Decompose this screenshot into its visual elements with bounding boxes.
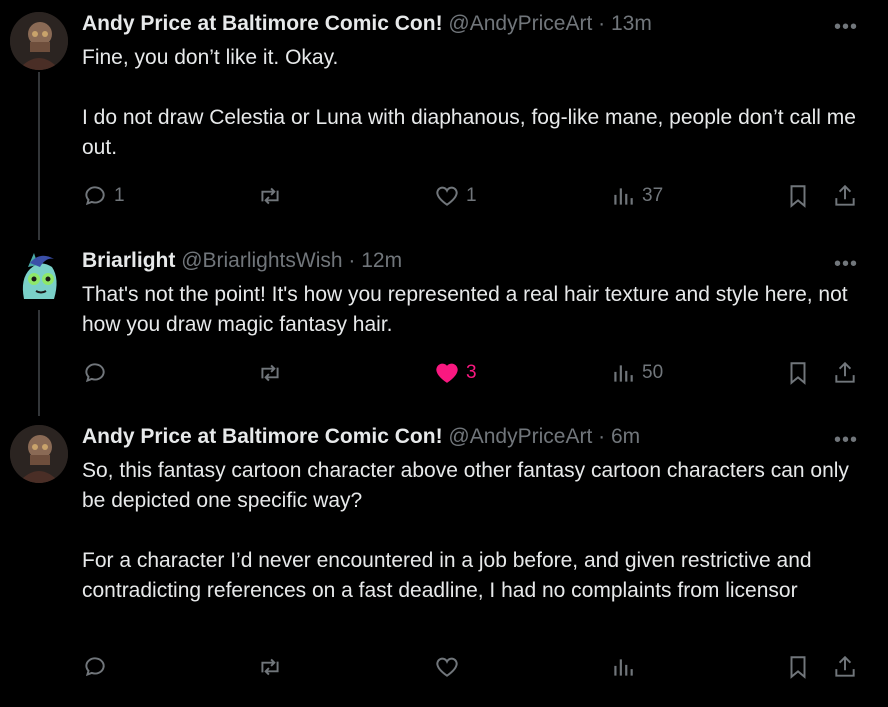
action-bar [82, 651, 872, 683]
bookmark-button[interactable] [785, 180, 811, 212]
views-icon [614, 188, 633, 205]
tweet-line: For a character I’d never encountered in… [82, 549, 812, 602]
avatar-image [10, 12, 68, 70]
retweet-icon [261, 187, 279, 205]
author-name[interactable]: Andy Price at Baltimore Comic Con! [82, 425, 443, 448]
reply-icon [85, 657, 105, 677]
reply-button[interactable] [82, 651, 108, 683]
tweet[interactable]: Briarlight @BriarlightsWish · 12m ••• Th… [0, 247, 888, 407]
separator-dot: · [348, 249, 356, 272]
reply-icon [85, 186, 105, 206]
bookmark-icon [790, 185, 806, 208]
tweet-line: Fine, you don’t like it. Okay. [82, 46, 339, 69]
reply-button[interactable] [82, 357, 108, 389]
reply-button[interactable]: 1 [82, 180, 125, 212]
separator-dot: · [598, 425, 606, 448]
tweet-line: I do not draw Celestia or Luna with diap… [82, 106, 856, 159]
separator-dot: · [598, 12, 606, 35]
like-count: 1 [466, 185, 477, 206]
share-icon [835, 655, 855, 677]
retweet-icon [261, 364, 279, 382]
heart-icon [436, 363, 458, 383]
retweet-icon [261, 658, 279, 676]
share-button[interactable] [832, 357, 858, 389]
bookmark-button[interactable] [785, 651, 811, 683]
tweet[interactable]: Andy Price at Baltimore Comic Con! @Andy… [0, 10, 888, 220]
author-name[interactable]: Andy Price at Baltimore Comic Con! [82, 12, 443, 35]
retweet-button[interactable] [257, 651, 283, 683]
heart-icon [436, 657, 458, 677]
timestamp[interactable]: 6m [611, 425, 640, 448]
tweet-text: That's not the point! It's how you repre… [82, 280, 872, 340]
view-count: 50 [642, 362, 664, 383]
share-button[interactable] [832, 180, 858, 212]
timestamp[interactable]: 13m [611, 12, 652, 35]
like-button[interactable] [434, 651, 460, 683]
tweet-line: That's not the point! It's how you repre… [82, 283, 848, 336]
bookmark-icon [790, 656, 806, 679]
tweet[interactable]: Andy Price at Baltimore Comic Con! @Andy… [0, 423, 888, 703]
action-bar: 1 1 37 [82, 180, 872, 212]
avatar-image [10, 425, 68, 483]
more-icon[interactable]: ••• [834, 16, 858, 39]
share-button[interactable] [832, 651, 858, 683]
bookmark-button[interactable] [785, 357, 811, 389]
like-count: 3 [466, 362, 477, 383]
reply-count: 1 [114, 185, 125, 206]
tweet-line: So, this fantasy cartoon character above… [82, 459, 849, 512]
retweet-button[interactable] [257, 357, 283, 389]
views-icon [614, 659, 633, 676]
author-name[interactable]: Briarlight [82, 249, 175, 272]
tweet-text: So, this fantasy cartoon character above… [82, 456, 872, 606]
retweet-button[interactable] [257, 180, 283, 212]
views-button[interactable]: 37 [610, 180, 663, 212]
avatar[interactable] [10, 12, 68, 70]
share-icon [835, 184, 855, 206]
like-button[interactable]: 3 [434, 357, 477, 389]
bookmark-icon [790, 362, 806, 385]
share-icon [835, 361, 855, 383]
tweet-text: Fine, you don’t like it. Okay. I do not … [82, 43, 872, 163]
view-count: 37 [642, 185, 664, 206]
tweet-header: Briarlight @BriarlightsWish · 12m [82, 247, 402, 275]
views-button[interactable]: 50 [610, 357, 663, 389]
tweet-header: Andy Price at Baltimore Comic Con! @Andy… [82, 10, 652, 38]
author-handle[interactable]: @AndyPriceArt [448, 12, 592, 35]
more-icon[interactable]: ••• [834, 253, 858, 276]
action-bar: 3 50 [82, 357, 872, 389]
views-icon [614, 365, 633, 382]
tweet-header: Andy Price at Baltimore Comic Con! @Andy… [82, 423, 640, 451]
more-icon[interactable]: ••• [834, 429, 858, 452]
author-handle[interactable]: @BriarlightsWish [181, 249, 342, 272]
avatar-image [10, 249, 68, 307]
views-button[interactable] [610, 651, 636, 683]
author-handle[interactable]: @AndyPriceArt [448, 425, 592, 448]
timestamp[interactable]: 12m [361, 249, 402, 272]
reply-icon [85, 363, 105, 383]
avatar[interactable] [10, 249, 68, 307]
avatar[interactable] [10, 425, 68, 483]
like-button[interactable]: 1 [434, 180, 477, 212]
heart-icon [436, 186, 458, 206]
